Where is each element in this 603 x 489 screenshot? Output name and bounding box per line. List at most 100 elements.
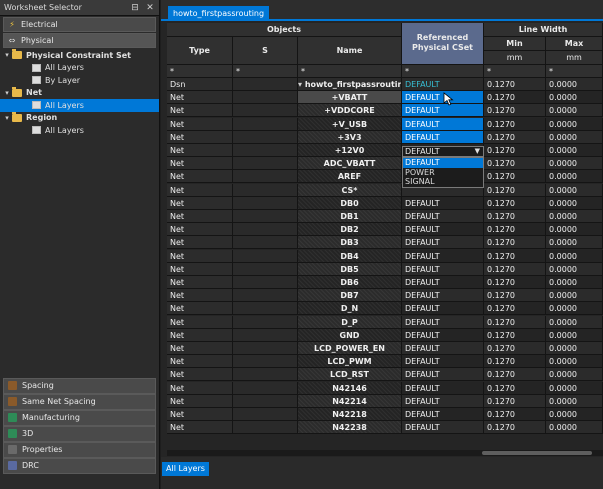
type-cell[interactable]: Net bbox=[167, 421, 233, 435]
max-width-cell[interactable]: 0.0000 bbox=[546, 170, 603, 184]
type-cell[interactable]: Net bbox=[167, 315, 233, 329]
type-cell[interactable]: Net bbox=[167, 144, 233, 157]
chevron-down-icon[interactable]: ▼ bbox=[475, 147, 480, 156]
cset-cell[interactable]: DEFAULT bbox=[402, 262, 484, 276]
table-row[interactable]: Net DB5 DEFAULT 0.1270 0.0000 bbox=[167, 262, 603, 276]
table-row[interactable]: Net DB4 DEFAULT 0.1270 0.0000 bbox=[167, 249, 603, 263]
max-width-cell[interactable]: 0.0000 bbox=[546, 328, 603, 342]
table-row[interactable]: Net N42146 DEFAULT 0.1270 0.0000 bbox=[167, 381, 603, 395]
name-cell[interactable]: N42238 bbox=[298, 421, 402, 435]
max-width-cell[interactable]: 0.0000 bbox=[546, 368, 603, 382]
table-row[interactable]: Net +V_USB DEFAULT 0.1270 0.0000 bbox=[167, 117, 603, 131]
worksheet-category-manufacturing[interactable]: Manufacturing bbox=[3, 410, 156, 426]
name-cell[interactable]: GND bbox=[298, 328, 402, 342]
max-width-cell[interactable]: 0.0000 bbox=[546, 78, 603, 91]
s-cell[interactable] bbox=[233, 355, 298, 369]
max-width-cell[interactable]: 0.0000 bbox=[546, 157, 603, 171]
min-width-cell[interactable]: 0.1270 bbox=[484, 315, 546, 329]
s-cell[interactable] bbox=[233, 170, 298, 184]
worksheet-category-spacing[interactable]: Spacing bbox=[3, 378, 156, 394]
tree-item-region[interactable]: ▾ Region bbox=[0, 111, 159, 125]
max-width-cell[interactable]: 0.0000 bbox=[546, 130, 603, 144]
cset-cell[interactable]: DEFAULT bbox=[402, 302, 484, 316]
type-cell[interactable]: Net bbox=[167, 183, 233, 197]
table-row[interactable]: Net D_P DEFAULT 0.1270 0.0000 bbox=[167, 315, 603, 329]
table-row[interactable]: Net GND DEFAULT 0.1270 0.0000 bbox=[167, 328, 603, 342]
type-cell[interactable]: Dsn bbox=[167, 78, 233, 91]
s-cell[interactable] bbox=[233, 130, 298, 144]
name-cell[interactable]: N42214 bbox=[298, 394, 402, 408]
cset-cell[interactable]: DEFAULT bbox=[402, 381, 484, 395]
max-width-cell[interactable]: 0.0000 bbox=[546, 315, 603, 329]
max-width-cell[interactable]: 0.0000 bbox=[546, 262, 603, 276]
max-filter[interactable]: * bbox=[546, 65, 603, 78]
max-width-cell[interactable]: 0.0000 bbox=[546, 210, 603, 223]
table-row[interactable]: Net AREF 0.1270 0.0000 bbox=[167, 170, 603, 184]
s-cell[interactable] bbox=[233, 394, 298, 408]
scrollbar-thumb[interactable] bbox=[482, 451, 592, 455]
name-cell[interactable]: DB3 bbox=[298, 236, 402, 250]
s-cell[interactable] bbox=[233, 104, 298, 118]
cset-cell[interactable]: DEFAULT bbox=[402, 104, 484, 118]
s-cell[interactable] bbox=[233, 183, 298, 197]
cset-cell[interactable]: DEFAULT bbox=[402, 117, 484, 131]
cset-cell[interactable]: DEFAULT bbox=[402, 408, 484, 421]
table-row[interactable]: Net LCD_POWER_EN DEFAULT 0.1270 0.0000 bbox=[167, 342, 603, 355]
table-row[interactable]: Net N42214 DEFAULT 0.1270 0.0000 bbox=[167, 394, 603, 408]
table-row[interactable]: Net D_N DEFAULT 0.1270 0.0000 bbox=[167, 302, 603, 316]
name-cell[interactable]: DB2 bbox=[298, 223, 402, 237]
min-width-cell[interactable]: 0.1270 bbox=[484, 170, 546, 184]
min-header[interactable]: Min bbox=[484, 37, 546, 51]
type-cell[interactable]: Net bbox=[167, 394, 233, 408]
name-cell[interactable]: DB1 bbox=[298, 210, 402, 223]
name-cell[interactable]: DB4 bbox=[298, 249, 402, 263]
name-cell[interactable]: LCD_PWM bbox=[298, 355, 402, 369]
table-row[interactable]: Net CS* 0.1270 0.0000 bbox=[167, 183, 603, 197]
name-cell[interactable]: +VDDCORE bbox=[298, 104, 402, 118]
max-width-cell[interactable]: 0.0000 bbox=[546, 104, 603, 118]
tree-item-all-layers[interactable]: All Layers bbox=[0, 124, 159, 137]
min-width-cell[interactable]: 0.1270 bbox=[484, 196, 546, 210]
max-width-cell[interactable]: 0.0000 bbox=[546, 196, 603, 210]
s-cell[interactable] bbox=[233, 289, 298, 303]
max-width-cell[interactable]: 0.0000 bbox=[546, 144, 603, 157]
s-cell[interactable] bbox=[233, 117, 298, 131]
cset-cell[interactable]: DEFAULT bbox=[402, 342, 484, 355]
worksheet-category-properties[interactable]: Properties bbox=[3, 442, 156, 458]
s-cell[interactable] bbox=[233, 328, 298, 342]
s-cell[interactable] bbox=[233, 421, 298, 435]
expand-icon[interactable]: ▾ bbox=[298, 80, 305, 89]
cset-dropdown[interactable]: DEFAULT ▼ bbox=[402, 146, 484, 157]
name-cell[interactable]: AREF bbox=[298, 170, 402, 184]
worksheet-category-3d[interactable]: 3D bbox=[3, 426, 156, 442]
table-row[interactable]: Dsn ▾ howto_firstpassrouting DEFAULT 0.1270… bbox=[167, 78, 603, 91]
type-cell[interactable]: Net bbox=[167, 289, 233, 303]
tree-item-net[interactable]: ▾ Net bbox=[0, 86, 159, 100]
max-width-cell[interactable]: 0.0000 bbox=[546, 117, 603, 131]
worksheet-category-same-net-spacing[interactable]: Same Net Spacing bbox=[3, 394, 156, 410]
worksheet-tab-electrical[interactable]: ⚡ Electrical bbox=[3, 17, 156, 32]
s-cell[interactable] bbox=[233, 210, 298, 223]
max-width-cell[interactable]: 0.0000 bbox=[546, 249, 603, 263]
horizontal-scrollbar[interactable] bbox=[167, 450, 603, 456]
max-width-cell[interactable]: 0.0000 bbox=[546, 408, 603, 421]
min-width-cell[interactable]: 0.1270 bbox=[484, 130, 546, 144]
cset-cell[interactable]: DEFAULT bbox=[402, 368, 484, 382]
tree-item-all-layers[interactable]: All Layers bbox=[0, 99, 159, 112]
max-width-cell[interactable]: 0.0000 bbox=[546, 236, 603, 250]
table-row[interactable]: Net DB7 DEFAULT 0.1270 0.0000 bbox=[167, 289, 603, 303]
s-cell[interactable] bbox=[233, 91, 298, 105]
table-row[interactable]: Net DB3 DEFAULT 0.1270 0.0000 bbox=[167, 236, 603, 250]
max-width-cell[interactable]: 0.0000 bbox=[546, 381, 603, 395]
type-cell[interactable]: Net bbox=[167, 104, 233, 118]
s-cell[interactable] bbox=[233, 368, 298, 382]
max-width-cell[interactable]: 0.0000 bbox=[546, 394, 603, 408]
worksheet-category-drc[interactable]: DRC bbox=[3, 458, 156, 474]
min-width-cell[interactable]: 0.1270 bbox=[484, 236, 546, 250]
s-cell[interactable] bbox=[233, 262, 298, 276]
min-width-cell[interactable]: 0.1270 bbox=[484, 328, 546, 342]
name-cell[interactable]: D_N bbox=[298, 302, 402, 316]
type-cell[interactable]: Net bbox=[167, 196, 233, 210]
cset-filter[interactable]: * bbox=[402, 65, 484, 78]
tree-item-all-layers[interactable]: All Layers bbox=[0, 62, 159, 75]
